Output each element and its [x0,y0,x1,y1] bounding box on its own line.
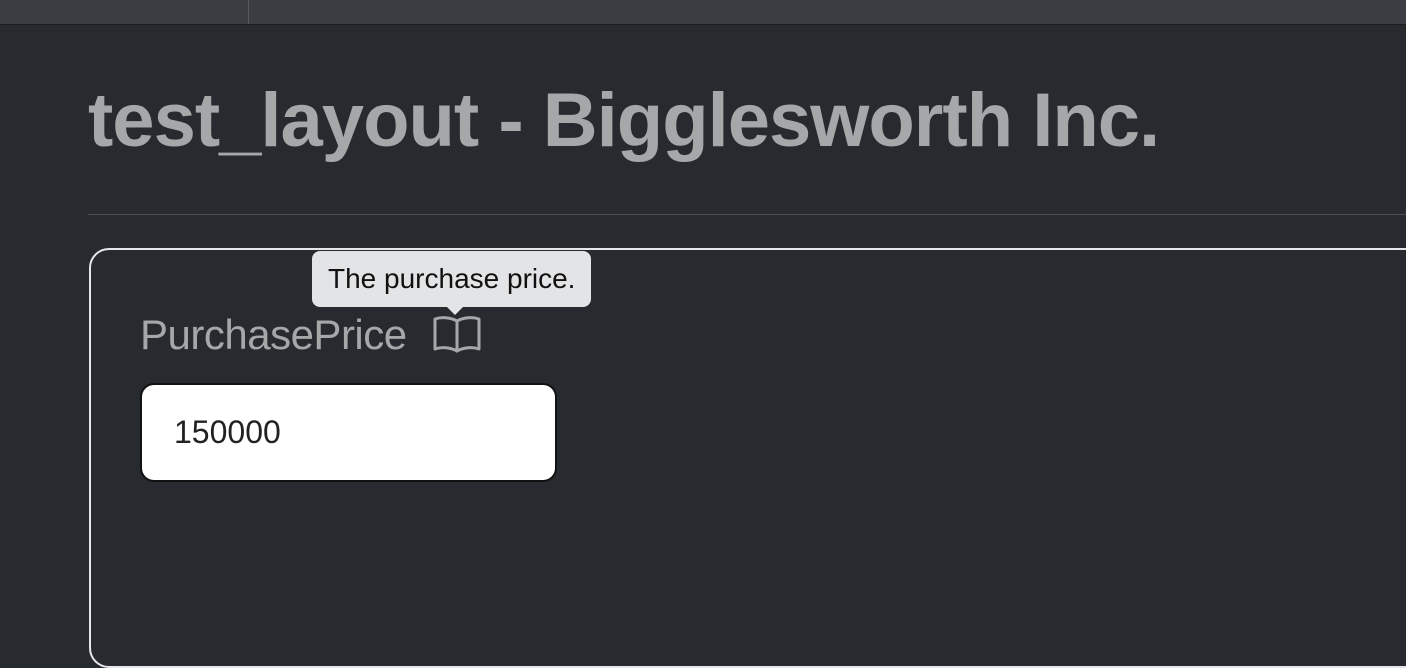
purchase-price-label: PurchasePrice [140,311,407,358]
purchase-price-input[interactable] [140,383,557,482]
help-tooltip: The purchase price. [312,251,592,307]
tooltip-arrow [447,307,463,315]
book-icon[interactable] [432,314,482,354]
page-title: test_layout - Bigglesworth Inc. [88,78,1160,163]
top-toolbar [0,0,1406,25]
toolbar-divider [248,0,249,24]
title-divider [88,214,1406,215]
